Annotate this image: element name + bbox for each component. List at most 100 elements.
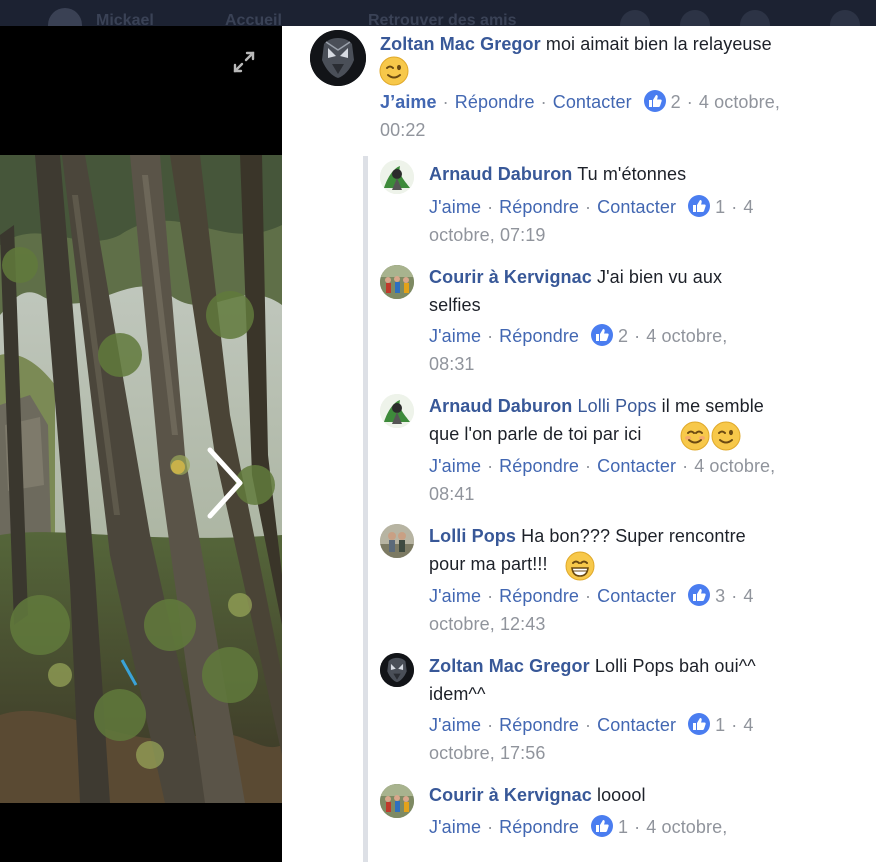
contact-link[interactable]: Contacter — [597, 586, 676, 606]
comment-text-continued: pour ma part!!! — [429, 554, 548, 574]
avatar[interactable] — [310, 30, 366, 86]
comment-timestamp[interactable]: 4 octobre, — [646, 817, 727, 837]
like-count-icon[interactable] — [688, 584, 711, 606]
grin-emoji-icon — [565, 551, 595, 581]
avatar[interactable] — [380, 653, 414, 687]
comment-author[interactable]: Courir à Kervignac — [429, 267, 592, 287]
like-count[interactable]: 1 — [715, 715, 725, 735]
comment-timestamp[interactable]: 4 octobre, — [694, 456, 775, 476]
contact-link[interactable]: Contacter — [597, 197, 676, 217]
like-count[interactable]: 1 — [715, 197, 725, 217]
comment-author[interactable]: Arnaud Daburon — [429, 164, 572, 184]
like-count[interactable]: 2 — [618, 326, 628, 346]
comment-author[interactable]: Zoltan Mac Gregor — [429, 656, 590, 676]
comment-timestamp[interactable]: 4 — [743, 197, 753, 217]
like-link[interactable]: J’aime — [380, 92, 437, 112]
reply-thread-line — [363, 156, 368, 862]
comment-text-continued: idem^^ — [429, 684, 486, 704]
comments-panel: Zoltan Mac Gregor moi aimait bien la rel… — [282, 26, 876, 862]
comment-text: Tu m'étonnes — [577, 164, 687, 184]
nav-home[interactable]: Accueil — [225, 12, 282, 26]
comment-timestamp[interactable]: 4 octobre, — [699, 92, 780, 112]
comment-actions: J'aime · Répondre · Contacter 1 · 4 octobre, 07:… — [429, 195, 754, 245]
comment-text-continued: que l'on parle de toi par ici — [429, 424, 642, 444]
account-menu-icon[interactable] — [830, 10, 860, 26]
comment-actions: J'aime · Répondre · Contacter 1 · 4 octobre, 17:… — [429, 713, 754, 763]
like-count[interactable]: 3 — [715, 586, 725, 606]
comment-body: Lolli Pops Ha bon??? Super rencontre pou… — [429, 522, 859, 578]
comment-timestamp-time[interactable]: 08:41 — [429, 484, 475, 504]
comment-timestamp[interactable]: 4 octobre, — [646, 326, 727, 346]
comment-actions: J'aime · Répondre 1 · 4 octobre, — [429, 815, 728, 837]
avatar[interactable] — [380, 160, 414, 194]
like-link[interactable]: J'aime — [429, 456, 481, 476]
like-count-icon[interactable] — [591, 815, 614, 837]
smile-emoji-icon — [680, 421, 710, 451]
comment-author[interactable]: Arnaud Daburon — [429, 396, 572, 416]
comment-actions: J’aime · Répondre · Contacter 2 · 4 octobre, 00:… — [380, 90, 780, 140]
wink-emoji-icon — [379, 56, 409, 86]
avatar[interactable] — [380, 265, 414, 299]
wink-emoji-icon — [711, 421, 741, 451]
avatar[interactable] — [380, 784, 414, 818]
comment-timestamp-time[interactable]: 08:31 — [429, 354, 475, 374]
comment-text: Lolli Pops bah oui^^ — [594, 656, 756, 676]
comment-author[interactable]: Courir à Kervignac — [429, 785, 592, 805]
comment-body: Zoltan Mac Gregor moi aimait bien la rel… — [380, 30, 860, 58]
like-count-icon[interactable] — [591, 324, 614, 346]
comment-timestamp-time[interactable]: octobre, 17:56 — [429, 743, 545, 763]
avatar[interactable] — [380, 524, 414, 558]
reply-link[interactable]: Répondre — [499, 715, 579, 735]
expand-icon[interactable] — [233, 51, 255, 73]
nav-profile-name[interactable]: Mickael — [96, 12, 154, 26]
comment-text-continued: selfies — [429, 295, 481, 315]
reply-link[interactable]: Répondre — [455, 92, 535, 112]
mention-link[interactable]: Lolli Pops — [578, 396, 657, 416]
photo-viewer — [0, 26, 282, 862]
comment-body: Zoltan Mac Gregor Lolli Pops bah oui^^ i… — [429, 652, 859, 708]
chevron-right-icon[interactable] — [200, 444, 248, 522]
comment-text: looool — [596, 785, 646, 805]
like-link[interactable]: J'aime — [429, 326, 481, 346]
reply-link[interactable]: Répondre — [499, 326, 579, 346]
comment-timestamp-time[interactable]: octobre, 12:43 — [429, 614, 545, 634]
like-count-icon[interactable] — [688, 195, 711, 217]
comment-text: J'ai bien vu aux — [596, 267, 723, 287]
comment-text: Ha bon??? Super rencontre — [521, 526, 746, 546]
nav-find-friends[interactable]: Retrouver des amis — [368, 12, 517, 26]
avatar[interactable] — [380, 394, 414, 428]
reply-link[interactable]: Répondre — [499, 197, 579, 217]
like-count[interactable]: 2 — [671, 92, 681, 112]
like-count[interactable]: 1 — [618, 817, 628, 837]
profile-avatar[interactable] — [48, 8, 82, 26]
reply-link[interactable]: Répondre — [499, 817, 579, 837]
comment-timestamp[interactable]: 4 — [743, 586, 753, 606]
contact-link[interactable]: Contacter — [597, 715, 676, 735]
contact-link[interactable]: Contacter — [597, 456, 676, 476]
like-link[interactable]: J'aime — [429, 715, 481, 735]
comment-author[interactable]: Zoltan Mac Gregor — [380, 34, 541, 54]
like-link[interactable]: J'aime — [429, 817, 481, 837]
comment-author[interactable]: Lolli Pops — [429, 526, 516, 546]
comment-timestamp[interactable]: 4 — [743, 715, 753, 735]
like-link[interactable]: J'aime — [429, 586, 481, 606]
comment-body: Courir à Kervignac J'ai bien vu aux self… — [429, 263, 859, 319]
notifications-icon[interactable] — [740, 10, 770, 26]
comment-actions: J'aime · Répondre 2 · 4 octobre, 08:31 — [429, 324, 728, 374]
comment-timestamp-time[interactable]: 00:22 — [380, 120, 426, 140]
comment-text: il me semble — [661, 396, 764, 416]
reply-link[interactable]: Répondre — [499, 586, 579, 606]
comment-text: moi aimait bien la relayeuse — [545, 34, 772, 54]
reply-link[interactable]: Répondre — [499, 456, 579, 476]
like-link[interactable]: J'aime — [429, 197, 481, 217]
comment-body: Courir à Kervignac looool — [429, 781, 859, 809]
top-navigation-bar: Mickael Accueil Retrouver des amis — [0, 0, 876, 26]
messages-icon[interactable] — [680, 10, 710, 26]
comment-actions: J'aime · Répondre · Contacter 3 · 4 octobre, 12:… — [429, 584, 754, 634]
like-count-icon[interactable] — [688, 713, 711, 735]
contact-link[interactable]: Contacter — [553, 92, 632, 112]
comment-actions: J'aime · Répondre · Contacter · 4 octobre, 08:4… — [429, 456, 776, 504]
like-count-icon[interactable] — [643, 90, 666, 112]
comment-timestamp-time[interactable]: octobre, 07:19 — [429, 225, 545, 245]
friend-requests-icon[interactable] — [620, 10, 650, 26]
